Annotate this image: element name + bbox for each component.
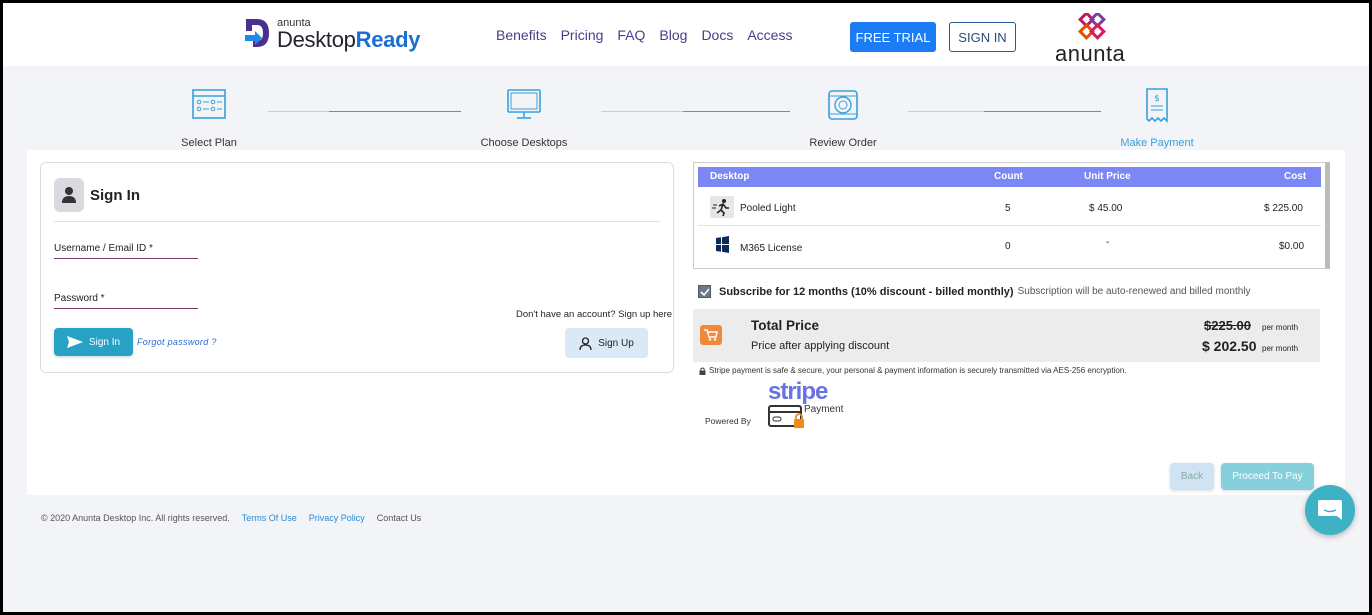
step-label: Choose Desktops — [480, 137, 568, 149]
monitor-icon — [507, 89, 541, 119]
username-field[interactable]: Username / Email ID * — [54, 243, 198, 259]
row-cost: $ 225.00 — [1264, 203, 1303, 214]
subscribe-label: Subscribe for 12 months (10% discount - … — [719, 285, 1014, 298]
contact-link[interactable]: Contact Us — [377, 513, 422, 523]
step-connector — [268, 111, 461, 112]
row-unit-price: - — [1106, 237, 1110, 248]
step-label: Make Payment — [1120, 137, 1194, 149]
desktopready-logo[interactable]: anunta DesktopReady — [243, 17, 420, 53]
discount-price-label: Price after applying discount — [751, 340, 890, 352]
row-unit-price: $ 45.00 — [1089, 203, 1123, 214]
anunta-knot-icon — [1078, 13, 1106, 40]
step-connector — [908, 111, 1101, 112]
discounted-price: $ 202.50 — [1202, 338, 1257, 354]
row-count: 0 — [1005, 241, 1011, 252]
sign-in-button-label: Sign In — [88, 336, 121, 348]
footer: © 2020 Anunta Desktop Inc. All rights re… — [41, 513, 421, 523]
logo-main-text: DesktopReady — [277, 27, 421, 52]
desktopready-logo-icon — [245, 19, 269, 47]
chat-bubble-icon — [1318, 500, 1342, 520]
step-connector — [601, 111, 790, 112]
send-icon — [66, 336, 83, 348]
total-price-box: Total Price Price after applying discoun… — [693, 309, 1320, 362]
table-row: Pooled Light 5 $ 45.00 $ 225.00 — [698, 189, 1321, 226]
secure-payment-note: Stripe payment is safe & secure, your pe… — [699, 366, 1127, 375]
step-label: Select Plan — [181, 137, 237, 149]
nav-pricing[interactable]: Pricing — [561, 27, 604, 43]
credit-card-lock-icon — [768, 405, 804, 428]
nav-faq[interactable]: FAQ — [617, 27, 645, 43]
subscribe-option[interactable]: Subscribe for 12 months (10% discount - … — [698, 285, 1251, 298]
divider — [54, 221, 660, 222]
subscribe-checkbox[interactable] — [698, 285, 711, 298]
step-label: Review Order — [809, 137, 877, 149]
sign-up-button[interactable]: Sign Up — [565, 328, 648, 358]
receipt-dollar-icon: $ — [1146, 88, 1168, 123]
col-desktop: Desktop — [710, 171, 750, 182]
checkout-content: Sign In Username / Email ID * Password *… — [27, 150, 1345, 495]
per-month-label: per month — [1262, 323, 1299, 332]
nav-access[interactable]: Access — [747, 27, 792, 43]
check-icon — [699, 287, 710, 296]
review-scroll-icon — [828, 90, 858, 120]
sign-up-button-label: Sign Up — [598, 337, 634, 349]
row-cost: $0.00 — [1279, 241, 1305, 252]
nav-blog[interactable]: Blog — [659, 27, 687, 43]
cart-icon — [700, 325, 722, 345]
row-desktop: Pooled Light — [740, 203, 796, 214]
col-count: Count — [994, 171, 1023, 182]
free-trial-button[interactable]: FREE TRIAL — [850, 22, 936, 52]
nav-benefits[interactable]: Benefits — [496, 27, 547, 43]
sign-in-button[interactable]: Sign In — [54, 328, 133, 356]
privacy-link[interactable]: Privacy Policy — [309, 513, 365, 523]
proceed-to-pay-button[interactable]: Proceed To Pay — [1221, 463, 1314, 490]
lock-icon — [699, 367, 706, 375]
header-sign-in-button[interactable]: SIGN IN — [949, 22, 1016, 52]
col-unit-price: Unit Price — [1084, 171, 1131, 182]
top-header: anunta DesktopReady Benefits Pricing FAQ… — [3, 3, 1369, 66]
svg-text:$: $ — [1154, 94, 1160, 104]
nav-docs[interactable]: Docs — [701, 27, 733, 43]
user-avatar-icon — [54, 178, 84, 212]
secure-note-text: Stripe payment is safe & secure, your pe… — [709, 366, 1127, 375]
plan-list-icon — [192, 89, 226, 119]
total-price-label: Total Price — [751, 318, 820, 333]
windows-icon — [716, 236, 729, 253]
copyright-text: © 2020 Anunta Desktop Inc. All rights re… — [41, 513, 230, 523]
forgot-password-link[interactable]: Forgot password ? — [137, 337, 217, 347]
sign-in-title: Sign In — [90, 187, 140, 204]
anunta-brand-text: anunta — [1055, 41, 1126, 66]
col-cost: Cost — [1284, 171, 1307, 182]
checkout-stepper: Select Plan Choose Desktops Review Order — [3, 66, 1369, 150]
stripe-payment-logo: stripe Payment — [768, 378, 852, 432]
per-month-label: per month — [1262, 344, 1299, 353]
original-price: $225.00 — [1204, 318, 1251, 333]
checkout-page: Select Plan Choose Desktops Review Order — [3, 66, 1369, 612]
order-summary-table: Desktop Count Unit Price Cost Pooled Lig… — [693, 162, 1330, 269]
terms-link[interactable]: Terms Of Use — [242, 513, 297, 523]
step-review-order[interactable]: Review Order — [773, 86, 913, 149]
row-desktop: M365 License — [740, 243, 803, 254]
stripe-payment-text: Payment — [804, 404, 844, 415]
table-header: Desktop Count Unit Price Cost — [698, 167, 1321, 187]
running-person-icon — [710, 196, 734, 218]
row-count: 5 — [1005, 203, 1011, 214]
user-icon — [579, 336, 592, 350]
step-choose-desktops[interactable]: Choose Desktops — [454, 86, 594, 149]
main-nav: Benefits Pricing FAQ Blog Docs Access — [496, 27, 792, 43]
step-select-plan[interactable]: Select Plan — [139, 86, 279, 149]
step-make-payment[interactable]: $ Make Payment — [1087, 86, 1227, 149]
sign-in-card: Sign In Username / Email ID * Password *… — [40, 162, 674, 373]
password-field[interactable]: Password * — [54, 293, 198, 309]
chat-widget-button[interactable] — [1305, 485, 1355, 535]
subscribe-note: Subscription will be auto-renewed and bi… — [1017, 286, 1251, 297]
back-button[interactable]: Back — [1170, 463, 1214, 490]
table-row: M365 License 0 - $0.00 — [698, 227, 1321, 264]
anunta-brand-logo[interactable]: anunta — [1055, 13, 1135, 66]
no-account-text: Don't have an account? Sign up here — [516, 309, 673, 320]
powered-by-label: Powered By — [705, 416, 751, 426]
